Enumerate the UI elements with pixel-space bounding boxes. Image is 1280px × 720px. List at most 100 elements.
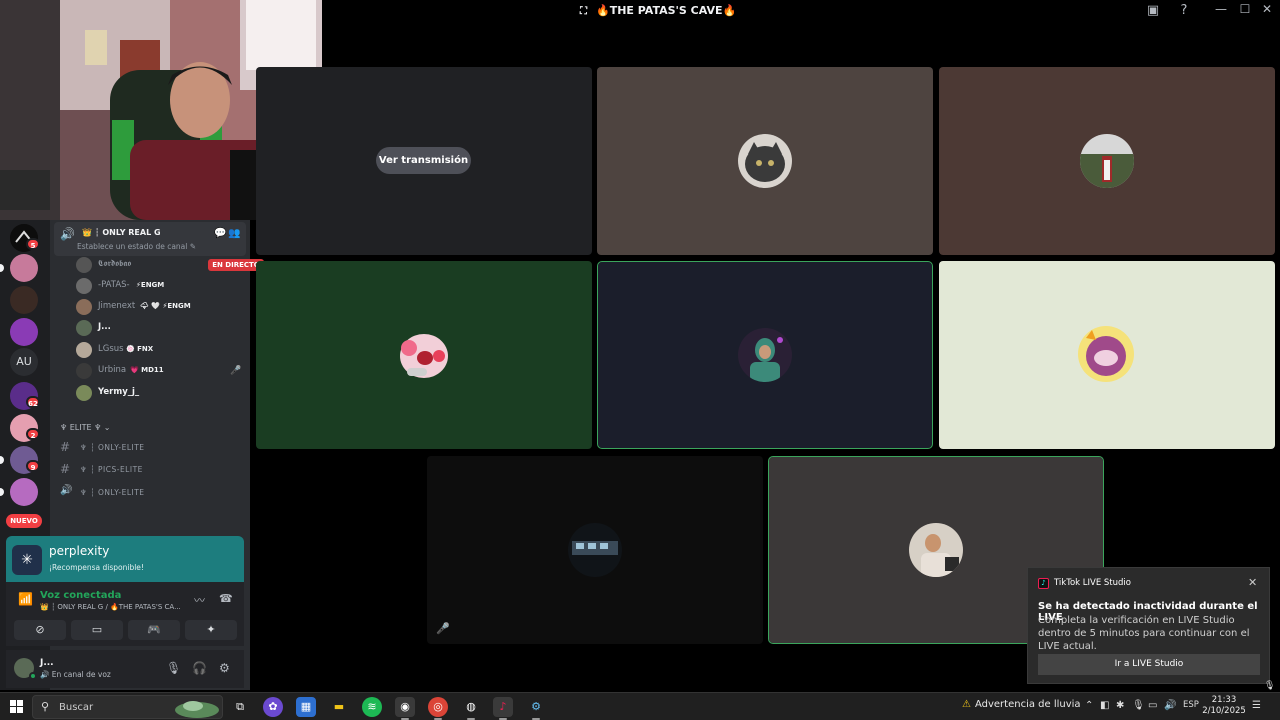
notification-toast[interactable]: ♪ TikTok LIVE Studio ✕ Se ha detectado i… bbox=[1027, 567, 1270, 684]
voice-channel[interactable]: 🔊 ♆ ┆ ONLY-ELITE bbox=[58, 484, 238, 502]
member-avatar bbox=[76, 299, 92, 315]
chrome-icon[interactable]: ◎ bbox=[428, 697, 448, 717]
voice-channel-header[interactable]: 🔊 👑 ┆ ONLY REAL G Establece un estado de… bbox=[54, 222, 246, 256]
participant-tile-speaking[interactable] bbox=[597, 261, 933, 449]
window-title-text: 🔥THE PATAS'S CAVE🔥 bbox=[596, 4, 737, 17]
member-name: LGsus bbox=[98, 344, 124, 354]
member-name: Jimenext bbox=[98, 301, 136, 311]
windows-start-icon[interactable] bbox=[10, 700, 23, 713]
notifications-icon[interactable]: ☰ bbox=[1252, 700, 1261, 711]
avatar bbox=[909, 523, 963, 577]
member-avatar bbox=[76, 363, 92, 379]
inbox-icon[interactable]: ▣ bbox=[1145, 3, 1161, 19]
microphone-icon[interactable]: 🎙 bbox=[166, 661, 181, 675]
copilot-icon[interactable]: ✿ bbox=[263, 697, 283, 717]
member-name: -PATAS- bbox=[98, 280, 130, 290]
participant-tile[interactable] bbox=[256, 261, 592, 449]
text-channel[interactable]: # ♆ ┆ PICS-ELITE bbox=[58, 461, 238, 479]
tray-app-icon[interactable]: ✱ bbox=[1116, 700, 1124, 711]
category-elite[interactable]: ♆ ELITE ♆ ⌄ bbox=[60, 423, 111, 432]
hashtag-icon: # bbox=[60, 440, 71, 454]
server-1-badge: 5 bbox=[26, 238, 40, 250]
clock-date: 2/10/2025 bbox=[1202, 706, 1246, 716]
voice-member[interactable]: J... bbox=[76, 319, 246, 337]
voice-member[interactable]: Jimenext 🌩 🤍 ⚡ENGM bbox=[76, 298, 246, 316]
volume-icon[interactable]: 🔊 bbox=[1164, 700, 1176, 711]
mic-tray-icon[interactable]: 🎙 bbox=[1132, 700, 1145, 711]
server-icon-au[interactable]: AU bbox=[10, 348, 38, 376]
store-icon[interactable]: ▦ bbox=[296, 697, 316, 717]
promo-subtitle: ¡Recompensa disponible! bbox=[49, 563, 144, 572]
member-avatar bbox=[76, 320, 92, 336]
invite-icon[interactable]: 👥 bbox=[228, 228, 240, 239]
window-title: ⛶ 🔥THE PATAS'S CAVE🔥 bbox=[580, 4, 736, 17]
server-unread-dot bbox=[0, 264, 4, 272]
chat-icon[interactable]: 💬 bbox=[214, 228, 226, 239]
server-home-icon: ⛶ bbox=[580, 6, 587, 17]
voice-member[interactable]: -PATAS- ⚡ENGM bbox=[76, 277, 246, 295]
language-indicator[interactable]: ESP bbox=[1183, 700, 1199, 710]
close-button[interactable]: ✕ bbox=[1259, 2, 1275, 16]
text-channel[interactable]: # ♆ ┆ ONLY-ELITE bbox=[58, 439, 238, 457]
weather-widget[interactable]: ⚠ Advertencia de lluvia bbox=[962, 699, 1081, 710]
avatar bbox=[1076, 324, 1136, 384]
toast-close-button[interactable]: ✕ bbox=[1248, 576, 1257, 589]
server-icon-2[interactable] bbox=[10, 254, 38, 282]
glow-avatar-art bbox=[1078, 326, 1134, 382]
spotify-icon[interactable]: ≋ bbox=[362, 697, 382, 717]
member-name: 𝕮𝖔𝖗𝖉𝖔𝖇𝖆𝖔 bbox=[98, 259, 132, 269]
maximize-button[interactable]: ☐ bbox=[1237, 2, 1253, 16]
soundboard-button[interactable]: ✦ bbox=[185, 620, 237, 640]
steam-icon[interactable]: ⚙ bbox=[526, 697, 546, 717]
headphones-icon[interactable]: 🎧 bbox=[192, 661, 207, 675]
voice-member[interactable]: LGsus 🍥 FNX bbox=[76, 341, 246, 359]
file-explorer-icon[interactable]: ▬ bbox=[329, 697, 349, 717]
discord-icon[interactable]: ◉ bbox=[395, 697, 415, 717]
screen-share-button[interactable]: ▭ bbox=[71, 620, 123, 640]
help-icon[interactable]: ? bbox=[1176, 3, 1192, 19]
participant-tile[interactable] bbox=[597, 67, 933, 255]
camera-toggle-button[interactable]: ⊘ bbox=[14, 620, 66, 640]
signal-icon[interactable]: 📶 bbox=[18, 592, 33, 606]
voice-connected-title[interactable]: Voz conectada bbox=[40, 590, 121, 601]
participant-tile[interactable] bbox=[939, 261, 1275, 449]
network-icon[interactable]: ▭ bbox=[1148, 700, 1157, 711]
system-clock[interactable]: 21:33 2/10/2025 bbox=[1202, 695, 1246, 717]
server-icon-3[interactable] bbox=[10, 286, 38, 314]
server-olas-badge: 62 bbox=[26, 396, 40, 408]
server-icon-4[interactable] bbox=[10, 318, 38, 346]
participant-tile[interactable] bbox=[939, 67, 1275, 255]
member-tag: 🌩 🤍 ⚡ENGM bbox=[140, 302, 191, 310]
voice-channel-name: 👑 ┆ ONLY REAL G bbox=[82, 228, 161, 237]
perplexity-promo[interactable]: ✳ perplexity ¡Recompensa disponible! bbox=[6, 536, 244, 582]
hashtag-icon: # bbox=[60, 462, 71, 476]
perplexity-logo-icon: ✳ bbox=[12, 545, 42, 575]
go-to-live-studio-button[interactable]: Ir a LIVE Studio bbox=[1038, 654, 1260, 675]
screen: ⛶ 🔥THE PATAS'S CAVE🔥 ▣ ? — ☐ ✕ 5 AU 62 2 … bbox=[0, 0, 1280, 720]
member-tag: 💗 MD11 bbox=[130, 366, 164, 374]
voice-member[interactable]: Yermy_j_ bbox=[76, 384, 246, 402]
online-status-dot bbox=[29, 672, 37, 680]
new-badge[interactable]: NUEVO bbox=[6, 514, 42, 528]
voice-member[interactable]: 𝕮𝖔𝖗𝖉𝖔𝖇𝖆𝖔 EN DIRECTO bbox=[76, 256, 264, 274]
minimize-button[interactable]: — bbox=[1213, 2, 1229, 16]
disconnect-icon[interactable]: ☎ bbox=[219, 592, 233, 605]
tiktok-live-icon[interactable]: ♪ bbox=[493, 697, 513, 717]
taskbar-search[interactable]: ⚲ Buscar bbox=[32, 695, 223, 719]
muted-icon: 🎤 bbox=[436, 622, 450, 635]
settings-gear-icon[interactable]: ⚙ bbox=[219, 661, 230, 675]
watch-stream-button[interactable]: Ver transmisión bbox=[376, 147, 471, 174]
voice-connected-subtitle[interactable]: 👑 ┆ ONLY REAL G / 🔥THE PATAS'S CA... bbox=[40, 603, 181, 611]
activities-button[interactable]: 🎮 bbox=[128, 620, 180, 640]
obs-icon[interactable]: ◍ bbox=[461, 697, 481, 717]
voice-member[interactable]: Urbina 💗 MD11 🎤 bbox=[76, 362, 246, 380]
task-view-icon[interactable]: ⧉ bbox=[230, 697, 250, 717]
server-icon-8[interactable] bbox=[10, 478, 38, 506]
noise-suppression-icon[interactable]: 〰 bbox=[194, 592, 205, 608]
user-panel: J... 🔊 En canal de voz 🎙 🎧 ⚙ bbox=[6, 650, 244, 688]
tray-app-icon[interactable]: ◧ bbox=[1100, 700, 1109, 711]
participant-tile[interactable] bbox=[427, 456, 763, 644]
channel-status-prompt[interactable]: Establece un estado de canal ✎ bbox=[77, 242, 196, 251]
chevron-up-icon[interactable]: ⌃ bbox=[1085, 700, 1093, 711]
username[interactable]: J... bbox=[40, 658, 54, 668]
